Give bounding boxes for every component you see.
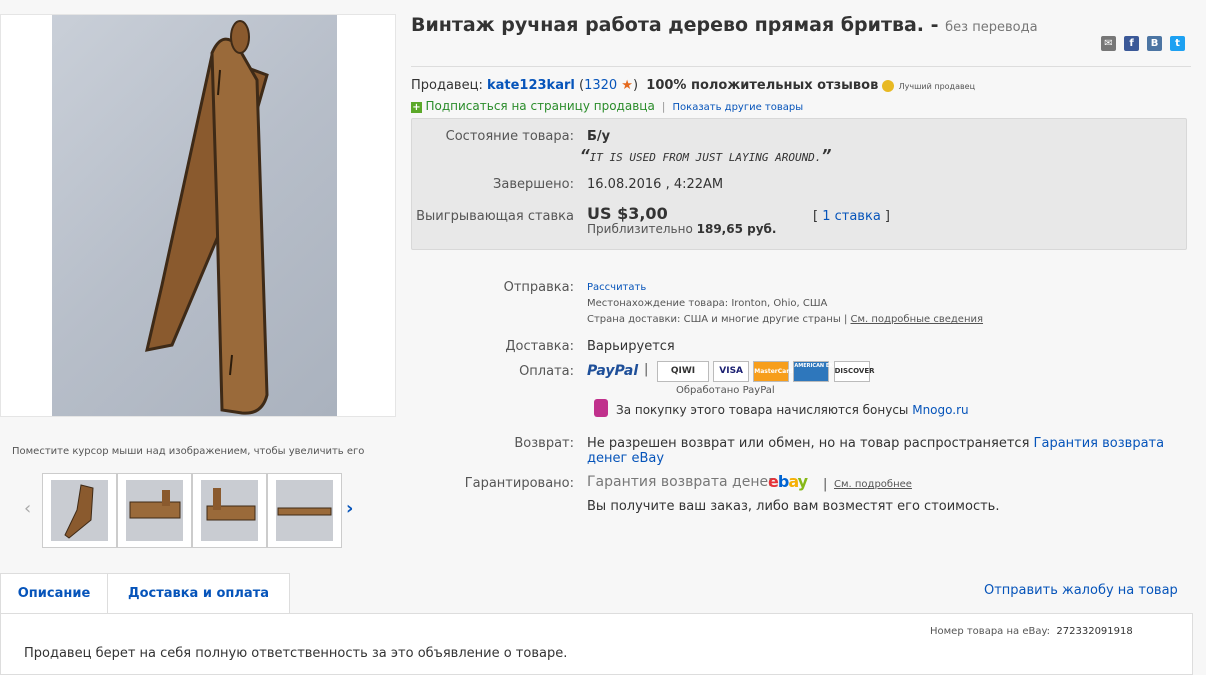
item-title: Винтаж ручная работа дерево прямая бритв…	[411, 14, 1038, 36]
thumbnail-next-arrow-icon[interactable]: ›	[346, 498, 353, 519]
approx-label: Приблизительно	[587, 222, 693, 236]
shipping-details-link[interactable]: См. подробные сведения	[851, 314, 984, 325]
calculate-shipping-link[interactable]: Рассчитать	[587, 282, 646, 293]
returns-text: Не разрешен возврат или обмен, но на тов…	[587, 436, 1030, 451]
description-panel	[0, 613, 1193, 675]
subscribe-seller-link[interactable]: Подписаться на страницу продавца	[426, 99, 655, 113]
guarantee-more-link[interactable]: См. подробнее	[834, 479, 912, 490]
separator: |	[823, 477, 828, 492]
main-image-container[interactable]	[0, 14, 396, 417]
item-number-value: 272332091918	[1056, 626, 1133, 637]
ended-value: 16.08.2016 , 4:22AM	[587, 177, 724, 192]
top-seller-badge-icon	[882, 79, 895, 92]
vk-share-icon[interactable]: B	[1147, 36, 1162, 51]
guarantee-note: Вы получите ваш заказ, либо вам возместя…	[587, 499, 1000, 514]
mastercard-badge: MasterCard	[753, 361, 793, 382]
seller-label: Продавец:	[411, 78, 483, 93]
thumbnail-4[interactable]	[267, 473, 342, 548]
divider	[411, 66, 1191, 67]
paypal-logo: PayPal	[587, 363, 639, 379]
facebook-share-icon[interactable]: f	[1124, 36, 1139, 51]
ebay-logo: ebay	[768, 472, 808, 491]
condition-note-text: IT IS USED FROM JUST LAYING AROUND.	[589, 151, 822, 164]
condition-note: “IT IS USED FROM JUST LAYING AROUND.”	[580, 146, 831, 165]
ended-label: Завершено:	[493, 177, 574, 192]
positive-feedback: 100% положительных отзывов	[646, 78, 879, 93]
delivery-value: Варьируется	[587, 339, 675, 354]
bid-count: [ 1 ставка ]	[813, 209, 891, 224]
plus-icon[interactable]: +	[411, 102, 422, 113]
item-number-label: Номер товара на eBay:	[930, 626, 1051, 637]
star-icon: ★	[621, 78, 633, 93]
tab-shipping-label: Доставка и оплата	[127, 586, 270, 601]
thumbnail-image	[126, 480, 183, 541]
visa-badge: VISA	[713, 361, 750, 382]
item-number: Номер товара на eBay: 272332091918	[930, 626, 1133, 637]
tab-shipping-payment[interactable]: Доставка и оплата	[107, 573, 290, 614]
discover-badge: DISCOVER	[833, 361, 875, 382]
returns-label: Возврат:	[514, 436, 574, 451]
processed-by-paypal: Обработано PayPal	[676, 385, 775, 396]
razor-image	[145, 20, 269, 415]
separator: |	[658, 100, 670, 113]
seller-name-link[interactable]: kate123karl	[487, 78, 575, 93]
guarantee-text: Гарантия возврата денег	[587, 474, 776, 490]
item-title-text: Винтаж ручная работа дерево прямая бритв…	[411, 14, 939, 36]
razor-thumb	[129, 490, 181, 519]
top-seller-label: Лучший продавец	[898, 82, 976, 91]
approx-price: Приблизительно 189,65 руб.	[587, 222, 776, 236]
open-quote: “	[580, 146, 590, 165]
ship-to-text: Страна доставки: США и многие другие стр…	[587, 314, 841, 325]
thumbnail-1[interactable]	[42, 473, 117, 548]
image-zoom-hint: Поместите курсор мыши над изображением, …	[12, 446, 365, 457]
amex-badge: AMERICAN EXPRESS	[793, 361, 851, 382]
tab-description[interactable]: Описание	[0, 573, 108, 614]
thumbnail-prev-arrow-icon[interactable]: ‹	[24, 498, 31, 519]
razor-thumb	[277, 507, 332, 516]
title-translation-note: без перевода	[945, 20, 1038, 35]
qiwi-badge: QIWI	[657, 361, 709, 382]
mnogo-text: За покупку этого товара начисляются бону…	[616, 403, 909, 417]
razor-thumb	[64, 484, 94, 539]
condition-value: Б/у	[587, 129, 611, 144]
shipping-label: Отправка:	[503, 280, 574, 295]
guaranteed-label: Гарантировано:	[464, 476, 574, 491]
seller-info: Продавец: kate123karl (1320 ★) 100% поло…	[411, 78, 975, 93]
mnogo-icon	[594, 399, 608, 417]
description-text: Продавец берет на себя полную ответствен…	[24, 646, 568, 661]
returns-policy: Не разрешен возврат или обмен, но на тов…	[587, 436, 1164, 451]
feedback-score-link[interactable]: 1320	[584, 78, 617, 93]
thumbnail-image	[201, 480, 258, 541]
thumbnail-3[interactable]	[192, 473, 267, 548]
condition-label: Состояние товара:	[445, 129, 574, 144]
report-item-link[interactable]: Отправить жалобу на товар	[984, 583, 1178, 598]
main-image[interactable]	[52, 15, 337, 416]
mnogo-bonus: За покупку этого товара начисляются бону…	[616, 403, 969, 417]
item-location: Местонахождение товара: Ironton, Ohio, С…	[587, 298, 828, 309]
mnogo-link[interactable]: Mnogo.ru	[912, 403, 968, 417]
feedback-score: (1320 ★)	[578, 78, 639, 93]
close-quote: ”	[821, 146, 832, 165]
thumbnail-image	[276, 480, 333, 541]
other-items-link[interactable]: Показать другие товары	[673, 102, 804, 113]
winning-bid-label: Выигрывающая ставка	[416, 209, 574, 224]
ship-to-countries: Страна доставки: США и многие другие стр…	[587, 314, 983, 325]
email-share-icon[interactable]: ✉	[1101, 36, 1116, 51]
seller-actions: + Подписаться на страницу продавца | Пок…	[411, 99, 803, 113]
separator: |	[644, 362, 649, 377]
money-back-guarantee-link[interactable]: Гарантия возврата	[1034, 436, 1165, 451]
payment-label: Оплата:	[519, 364, 574, 379]
tab-description-label: Описание	[17, 586, 91, 601]
payment-badges: QIWI VISA MasterCard AMERICAN EXPRESS DI…	[657, 361, 875, 382]
bid-count-link[interactable]: 1 ставка	[822, 209, 881, 224]
twitter-share-icon[interactable]: t	[1170, 36, 1185, 51]
delivery-label: Доставка:	[505, 339, 574, 354]
approx-value: 189,65 руб.	[696, 222, 777, 236]
razor-thumb	[206, 488, 256, 521]
ebay-money-back-link[interactable]: денег eBay	[587, 451, 664, 466]
thumbnail-2[interactable]	[117, 473, 192, 548]
winning-bid-price: US $3,00	[587, 204, 668, 223]
thumbnail-image	[51, 480, 108, 541]
